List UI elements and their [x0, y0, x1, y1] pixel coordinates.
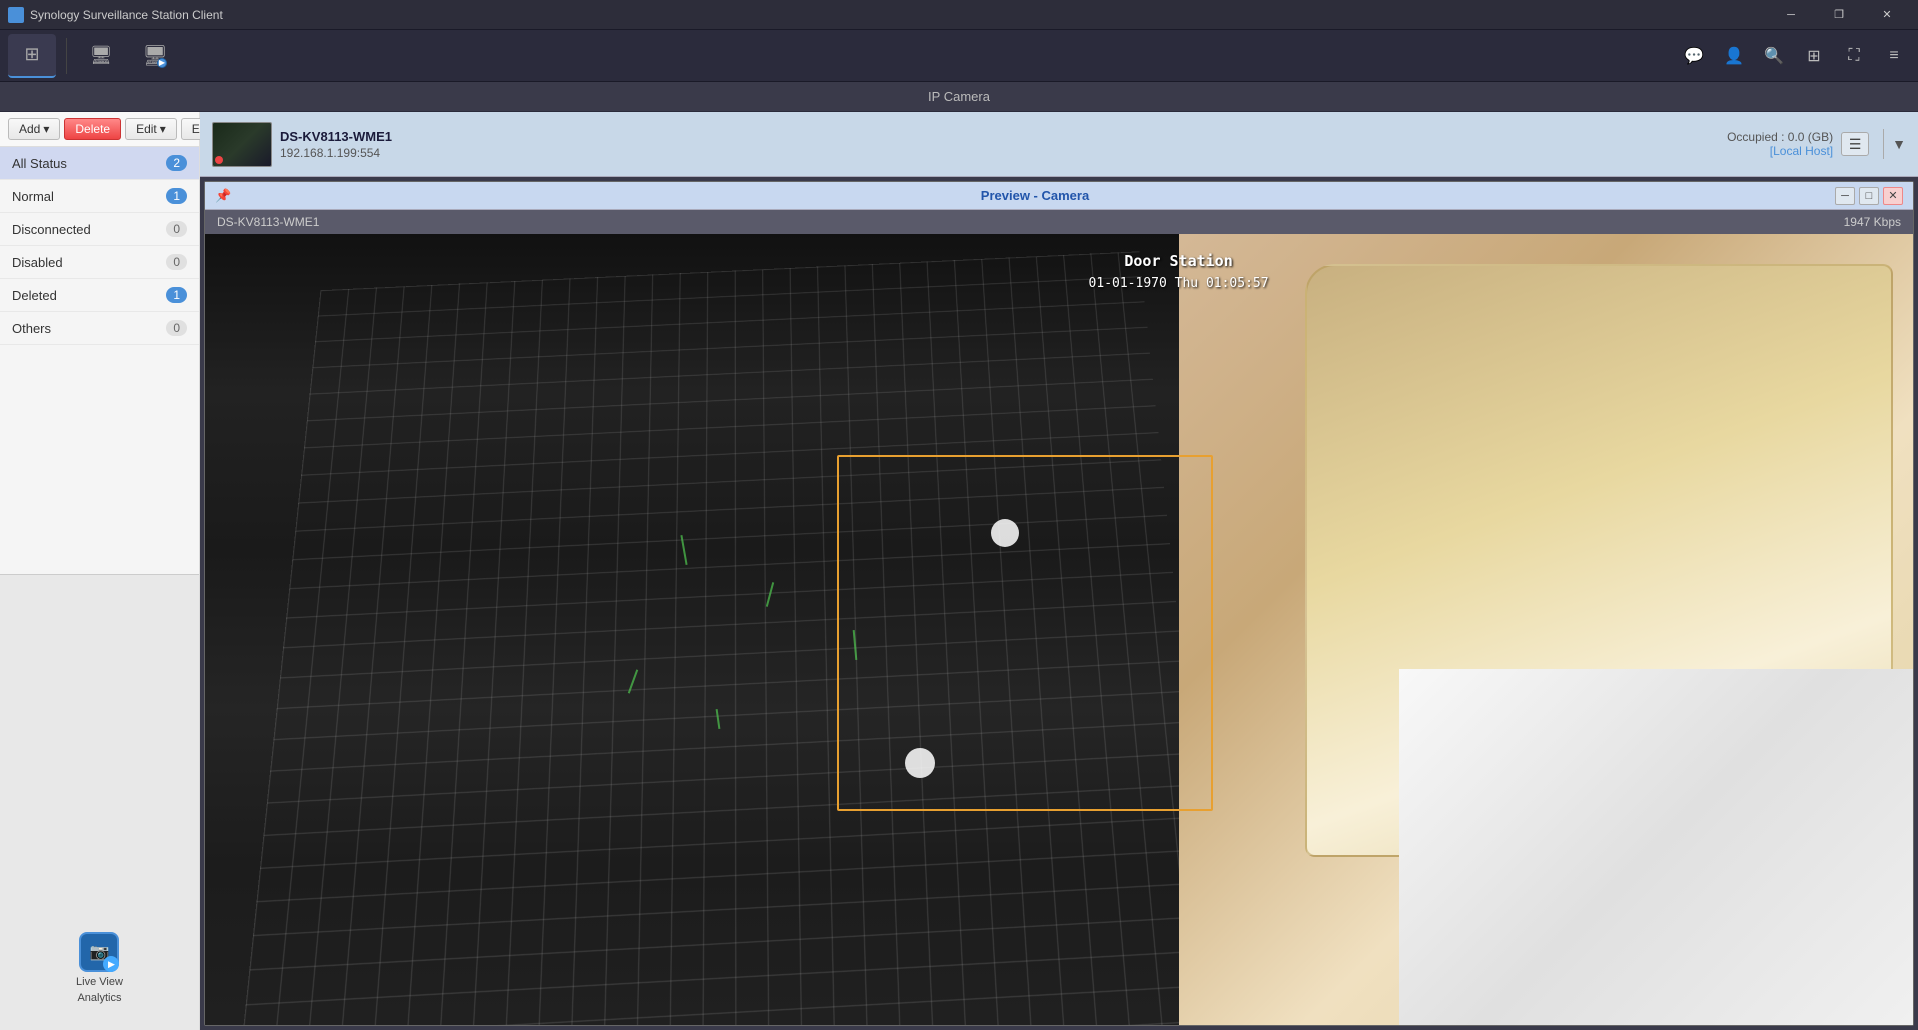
- add-button[interactable]: Add ▾: [8, 118, 60, 140]
- camera-thumbnail: [212, 122, 272, 167]
- title-bar: Synology Surveillance Station Client ─ ❐…: [0, 0, 1918, 30]
- preview-window-controls: ─ □ ✕: [1835, 187, 1903, 205]
- secondary-bar: IP Camera: [0, 82, 1918, 112]
- app-icon: [8, 7, 24, 23]
- status-disconnected-count: 0: [166, 221, 187, 237]
- close-button[interactable]: ✕: [1864, 0, 1910, 30]
- status-disabled-label: Disabled: [12, 255, 166, 270]
- user-icon-btn[interactable]: 👤: [1718, 40, 1750, 72]
- preview-minimize-btn[interactable]: ─: [1835, 187, 1855, 205]
- edit-button[interactable]: Edit ▾: [125, 118, 177, 140]
- preview-window: 📌 Preview - Camera ─ □ ✕ DS-KV8113-WME1 …: [204, 181, 1914, 1026]
- main-content: DS-KV8113-WME1 192.168.1.199:554 Occupie…: [200, 112, 1918, 1030]
- live-view-analytics-icon: 📷 ▶: [79, 932, 119, 972]
- menu-icon-btn[interactable]: ≡: [1878, 40, 1910, 72]
- status-all-count: 2: [166, 155, 187, 171]
- main-toolbar: ⊞ 🖥 🖥 ▶ 💬 👤 🔍 ⊞ ⛶ ≡: [0, 30, 1918, 82]
- delete-button[interactable]: Delete: [64, 118, 121, 140]
- restore-button[interactable]: ❐: [1816, 0, 1862, 30]
- toolbar-right: 💬 👤 🔍 ⊞ ⛶ ≡: [1678, 40, 1910, 72]
- feed-right-section: [1179, 234, 1913, 1025]
- feed-left-section: [205, 234, 1179, 1025]
- status-deleted-label: Deleted: [12, 288, 166, 303]
- status-disabled[interactable]: Disabled 0: [0, 246, 199, 279]
- ip-camera-tab[interactable]: ⊞: [8, 34, 56, 78]
- toolbar-separator: [66, 38, 67, 74]
- window-controls: ─ ❐ ✕: [1768, 0, 1910, 30]
- camera-name: DS-KV8113-WME1: [280, 129, 392, 144]
- status-others-label: Others: [12, 321, 166, 336]
- camera-ip: 192.168.1.199:554: [280, 146, 392, 160]
- preview-close-btn[interactable]: ✕: [1883, 187, 1903, 205]
- live-view-label: Live View: [76, 976, 123, 988]
- chat-icon-btn[interactable]: 💬: [1678, 40, 1710, 72]
- status-disconnected[interactable]: Disconnected 0: [0, 213, 199, 246]
- minimize-button[interactable]: ─: [1768, 0, 1814, 30]
- camera-feed: Door Station 01-01-1970 Thu 01:05:57: [205, 234, 1913, 1025]
- live-view-analytics-item[interactable]: 📷 ▶ Live View Analytics: [70, 926, 129, 1010]
- list-view-button[interactable]: ☰: [1841, 132, 1869, 156]
- expand-button[interactable]: ▼: [1892, 136, 1906, 152]
- grid-icon-btn[interactable]: ⊞: [1798, 40, 1830, 72]
- title-bar-left: Synology Surveillance Station Client: [8, 7, 223, 23]
- status-disabled-count: 0: [166, 254, 187, 270]
- preview-content[interactable]: Door Station 01-01-1970 Thu 01:05:57: [205, 234, 1913, 1025]
- recording-icon: 🖥 ▶: [143, 44, 167, 68]
- left-sidebar: Add ▾ Delete Edit ▾ Enable ▾ Configurati…: [0, 112, 200, 1030]
- preview-restore-btn[interactable]: □: [1859, 187, 1879, 205]
- feed-location-label: Door Station: [1124, 252, 1232, 270]
- status-normal-count: 1: [166, 188, 187, 204]
- storage-label: Occupied : 0.0 (GB): [1727, 130, 1833, 144]
- monitor-icon: 🖥: [89, 44, 113, 68]
- status-deleted[interactable]: Deleted 1: [0, 279, 199, 312]
- feed-white-bottom: [1399, 669, 1913, 1025]
- fullscreen-icon-btn[interactable]: ⛶: [1838, 40, 1870, 72]
- camera-list-header: DS-KV8113-WME1 192.168.1.199:554 Occupie…: [200, 112, 1918, 177]
- status-disconnected-label: Disconnected: [12, 222, 166, 237]
- preview-pin-btn[interactable]: 📌: [215, 188, 235, 204]
- status-others[interactable]: Others 0: [0, 312, 199, 345]
- preview-camera-name: DS-KV8113-WME1: [217, 215, 319, 229]
- status-others-count: 0: [166, 320, 187, 336]
- feed-datetime-label: 01-01-1970 Thu 01:05:57: [1089, 276, 1269, 291]
- bottom-apps: 📷 ▶ Live View Analytics: [0, 574, 199, 1030]
- camera-info: DS-KV8113-WME1 192.168.1.199:554: [280, 129, 392, 160]
- preview-bitrate: 1947 Kbps: [1844, 215, 1901, 229]
- status-normal-label: Normal: [12, 189, 166, 204]
- status-deleted-count: 1: [166, 287, 187, 303]
- ip-camera-icon: ⊞: [20, 43, 44, 67]
- preview-camera-bar: DS-KV8113-WME1 1947 Kbps: [205, 210, 1913, 234]
- action-bar: Add ▾ Delete Edit ▾ Enable ▾ Configurati…: [0, 112, 199, 147]
- search-icon-btn[interactable]: 🔍: [1758, 40, 1790, 72]
- preview-titlebar: 📌 Preview - Camera ─ □ ✕: [205, 182, 1913, 210]
- separator: [1883, 129, 1884, 159]
- camera-status-dot: [215, 156, 223, 164]
- camera-host: [Local Host]: [1727, 144, 1833, 158]
- window-title: Synology Surveillance Station Client: [30, 8, 223, 22]
- page-title: IP Camera: [928, 89, 990, 104]
- monitor-tab[interactable]: 🖥: [77, 34, 125, 78]
- recording-tab[interactable]: 🖥 ▶: [131, 34, 179, 78]
- status-all-label: All Status: [12, 156, 166, 171]
- content-area: Add ▾ Delete Edit ▾ Enable ▾ Configurati…: [0, 112, 1918, 1030]
- status-normal[interactable]: Normal 1: [0, 180, 199, 213]
- camera-storage-info: Occupied : 0.0 (GB) [Local Host]: [1727, 130, 1833, 158]
- status-list: All Status 2 Normal 1 Disconnected 0 Dis…: [0, 147, 199, 574]
- status-all[interactable]: All Status 2: [0, 147, 199, 180]
- analytics-label: Analytics: [77, 992, 121, 1004]
- preview-title: Preview - Camera: [235, 188, 1835, 203]
